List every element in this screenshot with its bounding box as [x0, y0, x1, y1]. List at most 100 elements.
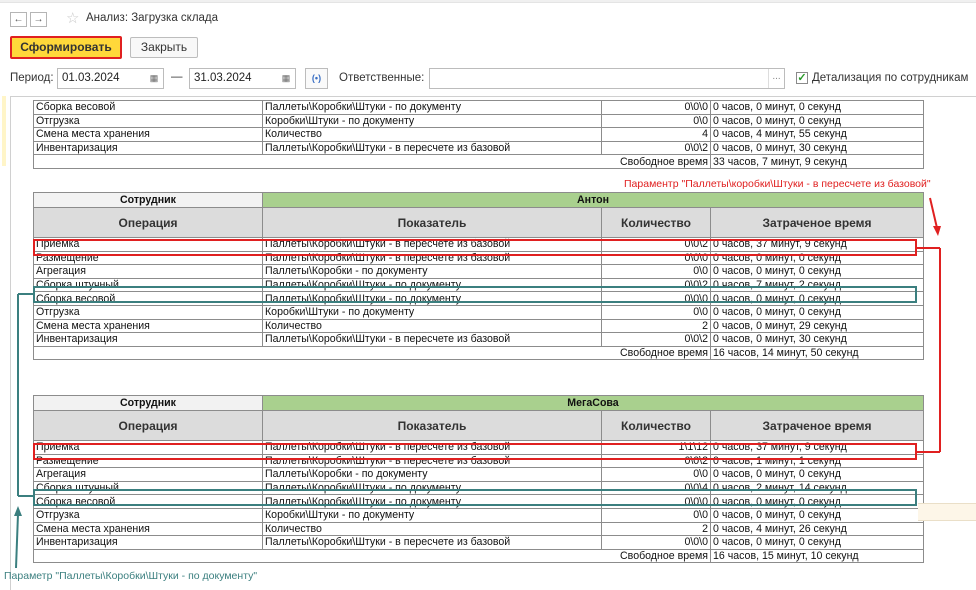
time-cell: 0 часов, 0 минут, 30 секунд [710, 332, 924, 347]
quantity-cell: 0\0 [601, 304, 711, 320]
free-time-label: Свободное время [33, 345, 711, 361]
time-cell: 0 часов, 0 минут, 0 секунд [710, 264, 924, 279]
time-cell: 0 часов, 0 минут, 0 секунд [710, 467, 924, 482]
report-table-previous: Сборка весовой Паллеты\Коробки\Штуки - по… [33, 100, 924, 169]
quantity-header: Количество [601, 207, 711, 238]
time-cell: 0 часов, 0 минут, 0 секунд [710, 100, 924, 115]
broadcast-icon[interactable]: (•) [305, 68, 328, 89]
table-row: Агрегация Паллеты\Коробки - по документу 0… [33, 467, 924, 482]
table-row: Сборка весовой Паллеты\Коробки\Штуки - по… [33, 100, 924, 115]
report-table-anton: Сотрудник Антон Операция Показатель Коли… [33, 192, 924, 361]
indicator-cell: Паллеты\Коробки\Штуки - по документу [262, 100, 602, 115]
employee-name: Антон [262, 192, 924, 208]
period-dash: — [171, 71, 183, 83]
date-to-value: 31.03.2024 [194, 72, 252, 84]
table-row: Смена места хранения Количество 2 0 часов, … [33, 521, 924, 537]
red-highlight-box [33, 443, 917, 460]
operation-cell: Отгрузка [33, 507, 263, 523]
quantity-cell: 0\0\0 [601, 100, 711, 115]
indicator-cell: Паллеты\Коробки\Штуки - в пересчете из б… [262, 535, 602, 550]
free-time-row: Свободное время 16 часов, 15 минут, 10 се… [33, 548, 924, 564]
table-row: Смена места хранения Количество 4 0 часов, … [33, 127, 924, 142]
table-row: Агрегация Паллеты\Коробки - по документу 0… [33, 264, 924, 279]
time-cell: 0 часов, 0 минут, 0 секунд [710, 113, 924, 129]
red-annotation-text: Параментр "Паллеты\коробки\Штуки - в пер… [624, 178, 931, 190]
operation-cell: Смена места хранения [33, 127, 263, 142]
calendar-icon[interactable]: ▦ [277, 69, 295, 88]
operation-header: Операция [33, 410, 263, 441]
free-time-label: Свободное время [33, 154, 711, 169]
indicator-cell: Паллеты\Коробки\Штуки - в пересчете из б… [262, 332, 602, 347]
detail-checkbox[interactable]: ✓ [796, 72, 808, 84]
report-table-megasova: Сотрудник МегаСова Операция Показатель К… [33, 395, 924, 564]
period-label: Период: [10, 72, 54, 84]
teal-annotation-text: Параметр "Паллеты\Коробки\Штуки - по док… [4, 570, 258, 582]
time-header: Затраченое время [710, 207, 924, 238]
quantity-header: Количество [601, 410, 711, 441]
employee-header: Сотрудник [33, 395, 263, 411]
ellipsis-icon[interactable]: ... [768, 69, 784, 88]
operation-cell: Смена места хранения [33, 521, 263, 537]
close-button[interactable]: Закрыть [130, 37, 198, 58]
indicator-cell: Коробки\Штуки - по документу [262, 507, 602, 523]
window-top-strip [0, 0, 976, 3]
free-time-value: 16 часов, 15 минут, 10 секунд [710, 548, 924, 564]
time-cell: 0 часов, 4 минут, 26 секунд [710, 521, 924, 537]
quantity-cell: 0\0 [601, 467, 711, 482]
quantity-cell: 0\0\2 [601, 332, 711, 347]
date-from-field[interactable]: 01.03.2024 ▦ [57, 68, 164, 89]
indicator-cell: Коробки\Штуки - по документу [262, 113, 602, 129]
operation-cell: Смена места хранения [33, 318, 263, 334]
time-cell: 0 часов, 0 минут, 0 секунд [710, 535, 924, 550]
time-cell: 0 часов, 4 минут, 55 секунд [710, 127, 924, 142]
time-cell: 0 часов, 0 минут, 30 секунд [710, 140, 924, 156]
quantity-cell: 4 [601, 127, 711, 142]
indicator-header: Показатель [262, 410, 602, 441]
indicator-header: Показатель [262, 207, 602, 238]
free-time-label: Свободное время [33, 548, 711, 564]
quantity-cell: 0\0 [601, 264, 711, 279]
table-row: Отгрузка Коробки\Штуки - по документу 0\0 0… [33, 304, 924, 320]
responsible-field[interactable]: ... [429, 68, 785, 89]
responsible-label: Ответственные: [339, 72, 425, 84]
side-strip [918, 503, 976, 521]
free-time-row: Свободное время 33 часов, 7 минут, 9 секу… [33, 154, 924, 169]
time-cell: 0 часов, 0 минут, 0 секунд [710, 304, 924, 320]
quantity-cell: 2 [601, 318, 711, 334]
date-to-field[interactable]: 31.03.2024 ▦ [189, 68, 296, 89]
time-header: Затраченое время [710, 410, 924, 441]
table-row: Инвентаризация Паллеты\Коробки\Штуки - в … [33, 535, 924, 550]
operation-cell: Инвентаризация [33, 332, 263, 347]
table-row: Отгрузка Коробки\Штуки - по документу 0\0 0… [33, 113, 924, 129]
indicator-cell: Паллеты\Коробки\Штуки - в пересчете из б… [262, 140, 602, 156]
arrow-right-icon[interactable]: → [30, 12, 47, 27]
indicator-cell: Количество [262, 521, 602, 537]
window-title: Анализ: Загрузка склада [86, 12, 219, 24]
table-row: Инвентаризация Паллеты\Коробки\Штуки - в … [33, 332, 924, 347]
indicator-cell: Количество [262, 127, 602, 142]
star-icon[interactable]: ☆ [66, 9, 79, 27]
indicator-cell: Количество [262, 318, 602, 334]
detail-label: Детализация по сотрудникам [812, 72, 969, 84]
calendar-icon[interactable]: ▦ [145, 69, 163, 88]
employee-name: МегаСова [262, 395, 924, 411]
row-marker [2, 96, 6, 166]
quantity-cell: 2 [601, 521, 711, 537]
table-row: Отгрузка Коробки\Штуки - по документу 0\0 0… [33, 507, 924, 523]
operation-cell: Отгрузка [33, 113, 263, 129]
free-time-value: 16 часов, 14 минут, 50 секунд [710, 345, 924, 361]
teal-connector [14, 293, 33, 569]
table-row: Смена места хранения Количество 2 0 часов, … [33, 318, 924, 334]
operation-cell: Сборка весовой [33, 100, 263, 115]
table-row: Инвентаризация Паллеты\Коробки\Штуки - в … [33, 140, 924, 156]
teal-highlight-box [33, 286, 917, 303]
employee-header: Сотрудник [33, 192, 263, 208]
operation-cell: Отгрузка [33, 304, 263, 320]
generate-button[interactable]: Сформировать [10, 36, 122, 59]
quantity-cell: 0\0 [601, 113, 711, 129]
arrow-left-icon[interactable]: ← [10, 12, 27, 27]
free-time-row: Свободное время 16 часов, 14 минут, 50 се… [33, 345, 924, 361]
quantity-cell: 0\0\2 [601, 140, 711, 156]
operation-cell: Инвентаризация [33, 535, 263, 550]
operation-cell: Инвентаризация [33, 140, 263, 156]
